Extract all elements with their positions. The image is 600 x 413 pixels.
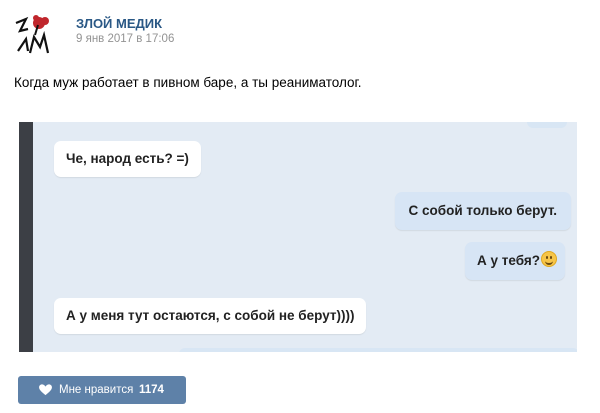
post-text: Когда муж работает в пивном баре, а ты р… xyxy=(14,75,362,90)
like-count: 1174 xyxy=(139,384,164,396)
chat-message-text: С собой только берут. xyxy=(408,203,557,218)
chat-partial-bubble-top xyxy=(527,122,567,128)
chat-message-text: А у тебя? xyxy=(477,253,540,268)
avatar[interactable] xyxy=(14,13,58,57)
post-date[interactable]: 9 янв 2017 в 17:06 xyxy=(76,33,174,45)
chat-message-incoming: А у меня тут остаются, с собой не берут)… xyxy=(54,298,367,334)
chat-message-outgoing: С собой только берут. xyxy=(394,192,571,230)
post-author-link[interactable]: ЗЛОЙ МЕДИК xyxy=(76,16,162,31)
heart-icon xyxy=(39,384,52,396)
chat-screenshot[interactable]: Че, народ есть? =) С собой только берут.… xyxy=(19,122,577,352)
chat-message-incoming: Че, народ есть? =) xyxy=(54,141,201,177)
avatar-logo xyxy=(15,15,50,54)
chat-message-text: А у меня тут остаются, с собой не берут)… xyxy=(66,308,355,323)
chat-sidebar xyxy=(19,122,33,352)
like-button[interactable]: Мне нравится 1174 xyxy=(18,376,186,404)
chat-message-text: Че, народ есть? =) xyxy=(66,151,189,166)
chat-message-outgoing: А у тебя? xyxy=(465,242,565,280)
like-label: Мне нравится xyxy=(59,384,134,396)
smile-emoji-icon xyxy=(541,251,557,267)
chat-partial-bubble-bottom xyxy=(179,348,577,352)
